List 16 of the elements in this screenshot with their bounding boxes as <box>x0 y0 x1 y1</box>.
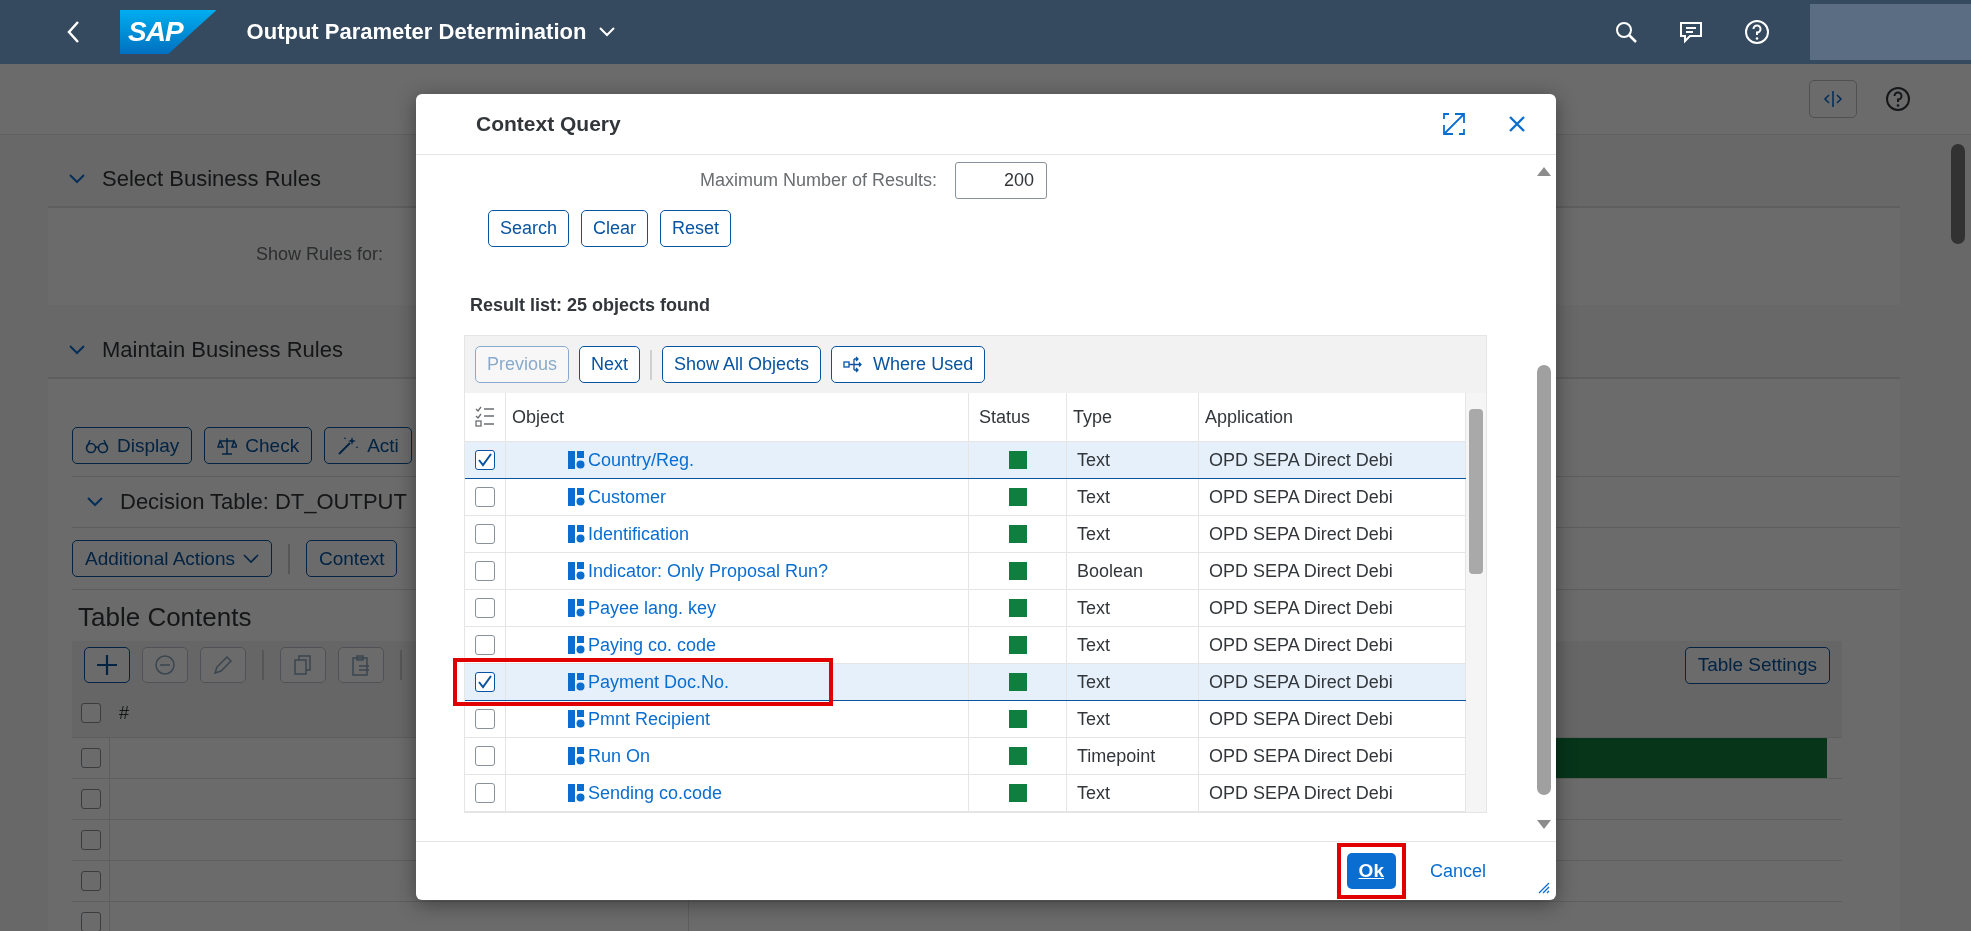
column-header: # <box>119 702 129 724</box>
table-cell: Text <box>1067 664 1199 700</box>
field-label: Show Rules for: <box>254 244 383 265</box>
table-cell: Text <box>1067 627 1199 663</box>
result-summary: Result list: 25 objects found <box>470 295 712 317</box>
table-title: Table Contents <box>77 601 252 634</box>
table-cell: Text <box>1067 479 1199 515</box>
table-cell: Text <box>1067 701 1199 737</box>
table-cell: Text <box>1067 442 1199 478</box>
field-label: Maximum Number of Results: <box>698 169 937 191</box>
table-cell: Text <box>1067 516 1199 552</box>
table-cell: Timepoint <box>1067 738 1199 774</box>
table-cell: Text <box>1067 775 1199 811</box>
dialog-title: Context Query <box>476 112 621 136</box>
table-cell: Text <box>1067 590 1199 626</box>
table-cell: Boolean <box>1067 553 1199 589</box>
